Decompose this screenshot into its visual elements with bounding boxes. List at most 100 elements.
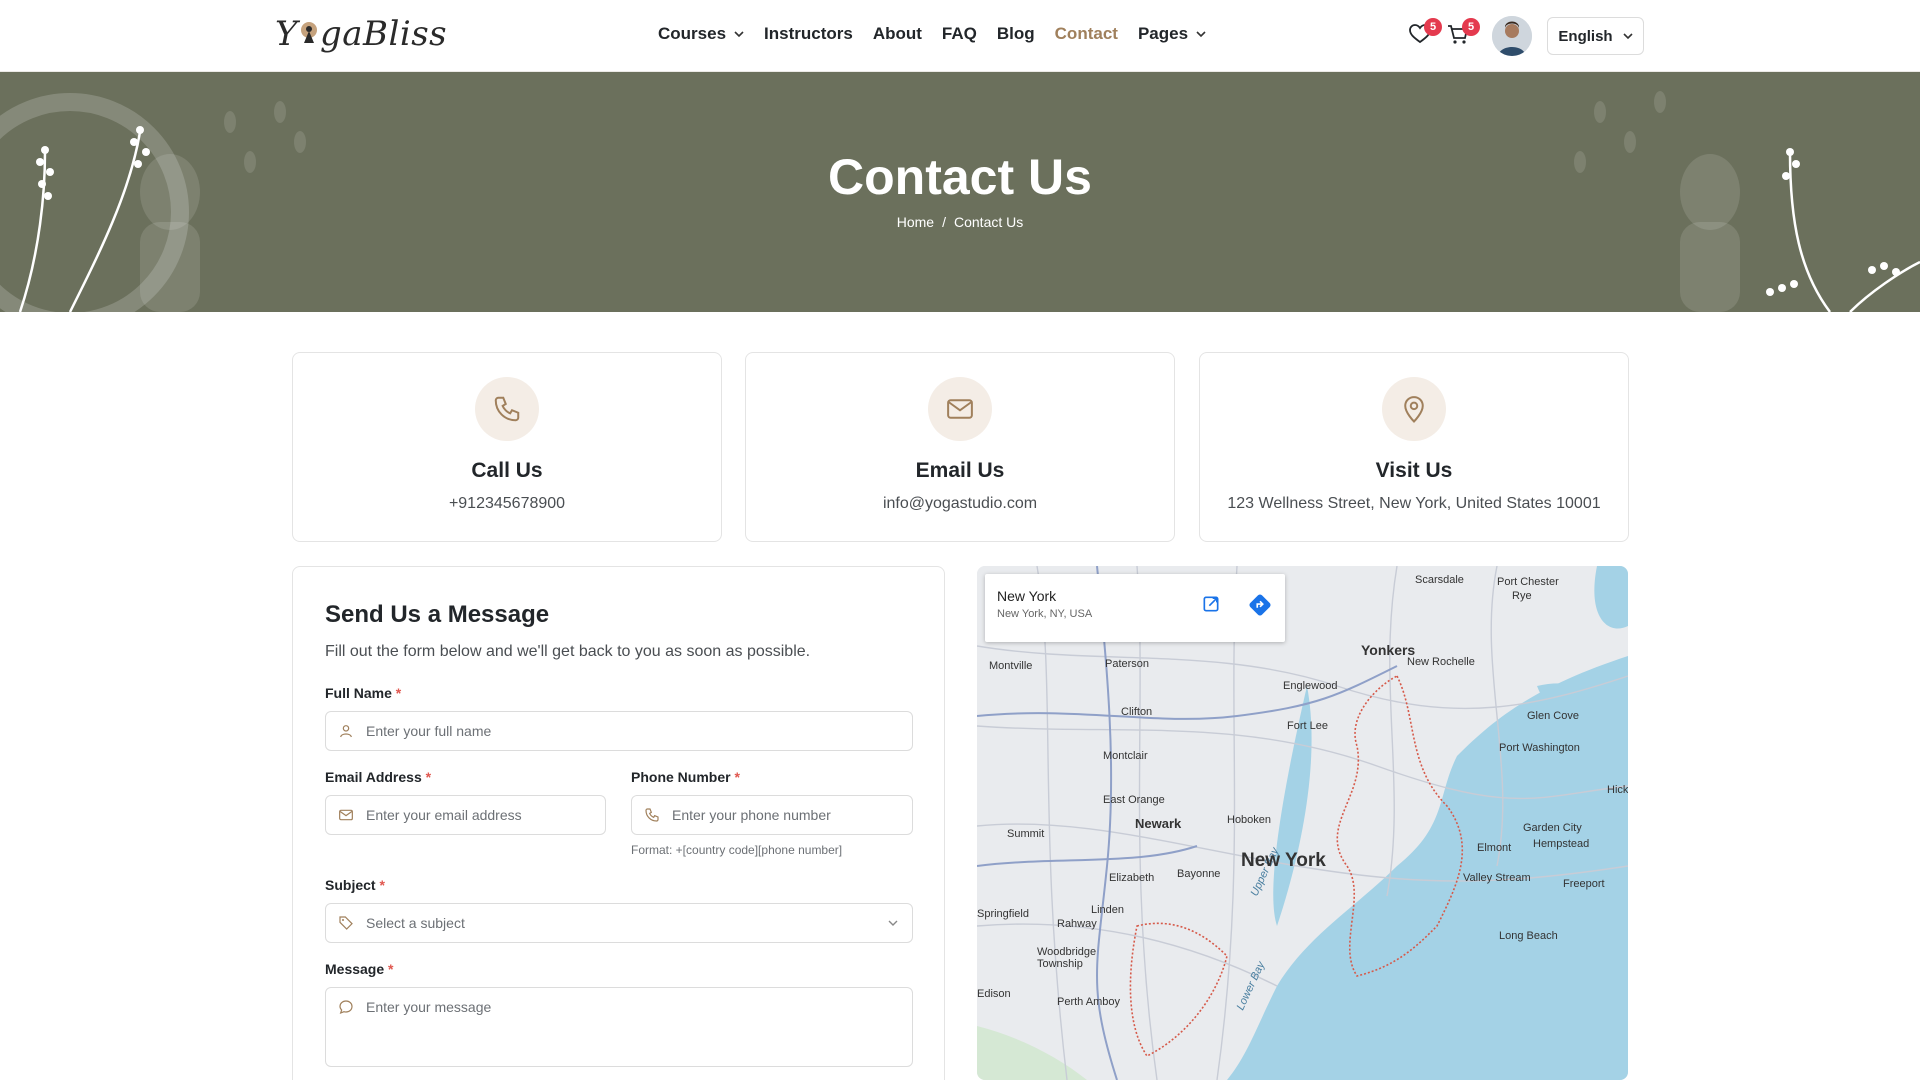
nav-faq[interactable]: FAQ [942, 24, 977, 44]
map-label: Freeport [1563, 878, 1605, 890]
map-label: Edison [977, 988, 1011, 1000]
required-mark: * [734, 769, 740, 785]
email-icon-circle [928, 377, 992, 441]
email-text[interactable]: info@yogastudio.com [746, 495, 1174, 513]
map-place-card: New York New York, NY, USA [985, 574, 1285, 642]
chevron-down-icon [1196, 31, 1206, 38]
site-header: YgaBliss Courses Instructors About FAQ B… [0, 0, 1920, 72]
phone-label-text: Phone Number [631, 769, 731, 785]
required-mark: * [395, 685, 402, 701]
nav-instructors[interactable]: Instructors [764, 24, 853, 44]
map-label: East Orange [1103, 794, 1165, 806]
language-selector[interactable]: English [1547, 17, 1644, 55]
directions-icon[interactable] [1249, 594, 1271, 616]
phone-format-hint: Format: +[country code][phone number] [631, 843, 843, 857]
user-avatar-icon [1492, 16, 1532, 56]
subject-placeholder: Select a subject [366, 915, 465, 931]
language-label: English [1558, 27, 1613, 45]
location-icon-circle [1382, 377, 1446, 441]
chevron-down-icon [1623, 33, 1633, 40]
nav-contact[interactable]: Contact [1055, 24, 1118, 44]
hero-banner: Contact Us Home / Contact Us [0, 72, 1920, 312]
nav-about[interactable]: About [873, 24, 922, 44]
subject-select[interactable]: Select a subject [325, 903, 913, 943]
card-title: Visit Us [1375, 459, 1453, 482]
map-label: Montville [989, 660, 1033, 672]
message-label-text: Message [325, 961, 385, 977]
map-embed[interactable]: New York New York, NY, USA Scarsdale Por… [977, 566, 1628, 1080]
mail-icon [947, 399, 973, 419]
map-label: Glen Cove [1527, 710, 1579, 722]
nav-courses[interactable]: Courses [658, 24, 744, 44]
map-label: Linden [1091, 904, 1125, 916]
nav-contact-label: Contact [1054, 24, 1118, 43]
chat-bubble-icon [339, 1000, 353, 1015]
nav-instructors-label: Instructors [764, 24, 853, 43]
nav-pages[interactable]: Pages [1138, 24, 1206, 44]
map-label: Scarsdale [1415, 574, 1464, 586]
chevron-down-icon [734, 31, 744, 38]
card-title: Call Us [471, 459, 543, 482]
full-name-field[interactable]: Enter your full name [325, 711, 913, 751]
map-label: Rahway [1057, 918, 1097, 930]
map-city-label: New York [1241, 850, 1326, 871]
visit-us-card: Visit Us 123 Wellness Street, New York, … [1199, 352, 1629, 542]
tag-icon [339, 916, 353, 930]
cart-button[interactable]: 5 [1446, 18, 1480, 48]
map-label: Hicksville [1607, 784, 1628, 796]
map-label: Perth Amboy [1057, 996, 1120, 1008]
map-label: Summit [1007, 828, 1045, 840]
map-label: Long Beach [1499, 930, 1558, 942]
map-label: Englewood [1283, 680, 1338, 692]
nav-blog-label: Blog [996, 24, 1035, 43]
map-label: Newark [1135, 816, 1182, 831]
logo-text-right: gaBliss [319, 14, 448, 54]
phone-number-text[interactable]: +912345678900 [293, 495, 721, 513]
email-label-text: Email Address [325, 769, 422, 785]
email-field[interactable]: Enter your email address [325, 795, 606, 835]
logo-text-left: Y [275, 14, 298, 54]
mail-icon [339, 809, 353, 821]
cart-count-badge: 5 [1462, 18, 1480, 36]
yoga-figure-icon [300, 22, 317, 43]
map-label: Fort Lee [1287, 720, 1328, 732]
message-textarea[interactable]: Enter your message [325, 987, 913, 1067]
map-place-address: New York, NY, USA [997, 608, 1093, 620]
required-mark: * [425, 769, 432, 785]
form-subtitle: Fill out the form below and we'll get ba… [325, 643, 811, 660]
map-label: Bayonne [1177, 868, 1221, 880]
phone-label: Phone Number * [631, 769, 740, 785]
nav-blog[interactable]: Blog [997, 24, 1035, 44]
user-icon [340, 725, 352, 738]
logo[interactable]: YgaBliss [275, 14, 447, 54]
map-label: Montclair [1103, 750, 1148, 762]
full-name-placeholder: Enter your full name [366, 723, 492, 739]
breadcrumb-home[interactable]: Home [897, 214, 934, 230]
email-label: Email Address * [325, 769, 431, 785]
breadcrumb-separator: / [942, 214, 946, 230]
map-label: Hempstead [1533, 838, 1590, 850]
map-label: Woodbridge Township [1037, 946, 1097, 970]
map-label: Elizabeth [1109, 872, 1155, 884]
wishlist-button[interactable]: 5 [1408, 18, 1442, 48]
address-text: 123 Wellness Street, New York, United St… [1227, 495, 1601, 512]
map-label: Garden City [1523, 822, 1582, 834]
avatar[interactable] [1492, 16, 1532, 56]
email-us-card: Email Us info@yogastudio.com [745, 352, 1175, 542]
card-title: Email Us [915, 459, 1005, 482]
map-label: Elmont [1477, 842, 1512, 854]
full-name-label: Full Name * [325, 685, 401, 701]
chevron-down-icon [888, 920, 898, 926]
open-in-maps-icon[interactable] [1201, 594, 1221, 614]
main-nav: Courses Instructors About FAQ Blog Conta… [658, 24, 1206, 44]
map-place-name: New York [997, 588, 1057, 604]
map-label: Springfield [977, 908, 1029, 920]
nav-courses-label: Courses [658, 24, 727, 43]
map-label: Clifton [1121, 706, 1153, 718]
map-label: Hoboken [1227, 814, 1272, 826]
wishlist-count-badge: 5 [1424, 18, 1442, 36]
phone-field[interactable]: Enter your phone number [631, 795, 913, 835]
nav-faq-label: FAQ [941, 24, 977, 43]
map-label: Valley Stream [1463, 872, 1531, 884]
full-name-label-text: Full Name [325, 685, 392, 701]
